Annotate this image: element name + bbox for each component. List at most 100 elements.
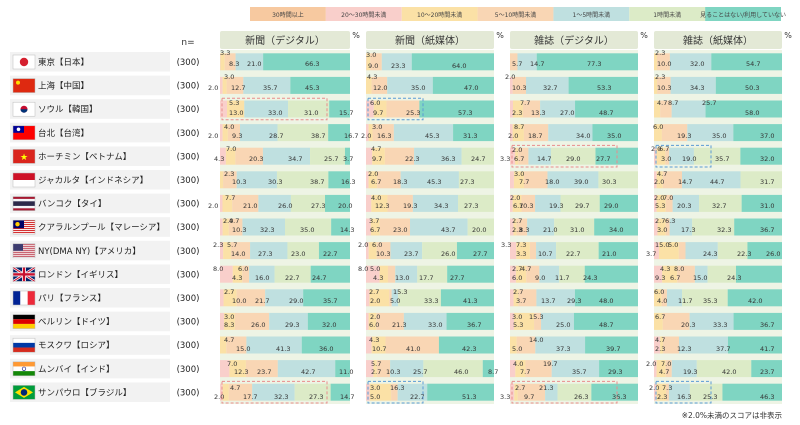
data-label: 35.7	[263, 84, 277, 92]
data-label: 25.7	[324, 155, 338, 163]
bar-segment	[427, 383, 494, 401]
data-label: 7.3	[662, 384, 672, 392]
row-label: 台北【台湾】	[38, 128, 89, 139]
data-label: 4.3	[369, 336, 379, 344]
data-label: 15.0	[693, 274, 707, 282]
data-label: 34.0	[609, 226, 623, 234]
data-label: 3.0	[657, 226, 667, 234]
legend-item: 10～20時間未満	[401, 7, 478, 21]
data-label: 37.3	[556, 345, 570, 353]
data-label: 3.3	[500, 393, 510, 401]
bar-segment	[220, 171, 224, 189]
data-label: 4.0	[224, 123, 234, 131]
data-label: 7.0	[226, 145, 236, 153]
data-label: 22.7	[285, 274, 299, 282]
data-label: 12.7	[231, 84, 245, 92]
data-label: 2.3	[655, 73, 665, 81]
row-n: (300)	[177, 200, 200, 210]
data-label: 10.3	[232, 226, 246, 234]
data-label: 28.7	[269, 132, 283, 140]
data-label: 2.7	[513, 288, 523, 296]
data-label: 16.3	[390, 384, 404, 392]
data-label: 15.3	[393, 288, 407, 296]
table-row: ベルリン【ドイツ】 (300)3.08.3 26.0 29.3 32.02.06.0 21…	[10, 311, 782, 332]
data-label: 57.3	[458, 109, 472, 117]
flag-us-icon	[12, 243, 36, 259]
row-n: (300)	[177, 294, 200, 304]
legend-label: 30時間以上	[272, 11, 304, 19]
data-label: 36.7	[760, 321, 774, 329]
data-label: 27.7	[596, 155, 610, 163]
data-label: 4.3	[214, 155, 224, 163]
table-row: ジャカルタ【インドネシア】 (300) 2.310.3 30.3 38.7 16.3 2.0…	[10, 170, 782, 190]
data-label: 2.0	[208, 84, 218, 92]
panel-title: 雑誌（紙媒体）	[683, 34, 753, 47]
data-label: 14.7	[537, 155, 551, 163]
data-label: 10.0	[232, 297, 246, 305]
data-label: 13.3	[531, 109, 545, 117]
data-label: 2.3	[213, 241, 223, 249]
legend-label: 10～20時間未満	[417, 11, 462, 19]
data-label: 36.0	[319, 345, 333, 353]
data-label: 4.7	[657, 99, 667, 107]
data-label: 35.0	[712, 132, 726, 140]
table-row: ムンバイ【インド】 (300)7.012.3 23.7 42.7 11.05.72.7 1…	[10, 358, 782, 379]
percent-sign: %	[496, 31, 504, 40]
data-label: 35.0	[607, 132, 621, 140]
data-label: 4.7	[657, 170, 667, 178]
data-label: 24.7	[312, 274, 326, 282]
data-label: 5.7	[371, 360, 381, 368]
data-label: 2.3	[657, 393, 667, 401]
data-label: 4.0	[657, 297, 667, 305]
data-label: 22.7	[410, 393, 424, 401]
data-label: 35.7	[572, 368, 586, 376]
flag-my-icon	[12, 219, 36, 235]
data-label: 15.7	[339, 109, 353, 117]
data-label: 4.7	[655, 336, 665, 344]
data-label: 24.7	[471, 155, 485, 163]
data-label: 3.0	[512, 313, 522, 321]
data-label: 3.3	[220, 49, 230, 57]
data-label: 6.7	[370, 226, 380, 234]
data-label: 2.7	[369, 288, 379, 296]
data-label: 23.3	[391, 62, 405, 70]
data-label: 6.7	[659, 145, 669, 153]
data-label: 31.7	[760, 178, 774, 186]
data-label: 17.7	[243, 393, 257, 401]
row-n: (300)	[177, 318, 200, 328]
legend-label: 20～30時間未満	[341, 11, 386, 19]
data-label: 8.0	[358, 265, 368, 273]
data-label: 23.7	[404, 250, 418, 258]
bar-segment	[735, 265, 782, 283]
data-label: 35.7	[323, 297, 337, 305]
data-label: 47.0	[464, 84, 478, 92]
flag-in-icon	[12, 361, 36, 377]
data-label: 22.7	[566, 250, 580, 258]
data-label: 9.0	[368, 62, 378, 70]
data-label: 23.0	[393, 226, 407, 234]
data-label: 2.0	[361, 132, 371, 140]
data-label: 10.7	[538, 250, 552, 258]
bar-segment	[262, 147, 311, 165]
data-label: 18.0	[545, 178, 559, 186]
data-label: 14.0	[529, 336, 543, 344]
data-label: 4.7	[224, 336, 234, 344]
bar-segment	[393, 124, 454, 142]
data-label: 77.3	[587, 60, 601, 68]
row-n: (300)	[177, 341, 200, 351]
data-label: 3.0	[224, 73, 234, 81]
data-label: 5.7	[512, 60, 522, 68]
data-label: 13.7	[541, 297, 555, 305]
data-label: 33.0	[428, 321, 442, 329]
data-label: 2.0	[649, 384, 659, 392]
table-row: ロンドン【イギリス】 (300)8.0 6.04.3 16.0 22.7 24.78.0 5…	[10, 264, 782, 284]
data-label: 43.7	[441, 226, 455, 234]
data-label: 19.3	[677, 132, 691, 140]
data-label: 5.3	[513, 321, 523, 329]
data-label: 6.0	[370, 99, 380, 107]
data-label: 9.7	[373, 109, 383, 117]
flag-id-icon	[12, 172, 36, 188]
data-label: 2.3	[655, 345, 665, 353]
data-label: 23.7	[760, 368, 774, 376]
data-label: 25.3	[406, 109, 420, 117]
